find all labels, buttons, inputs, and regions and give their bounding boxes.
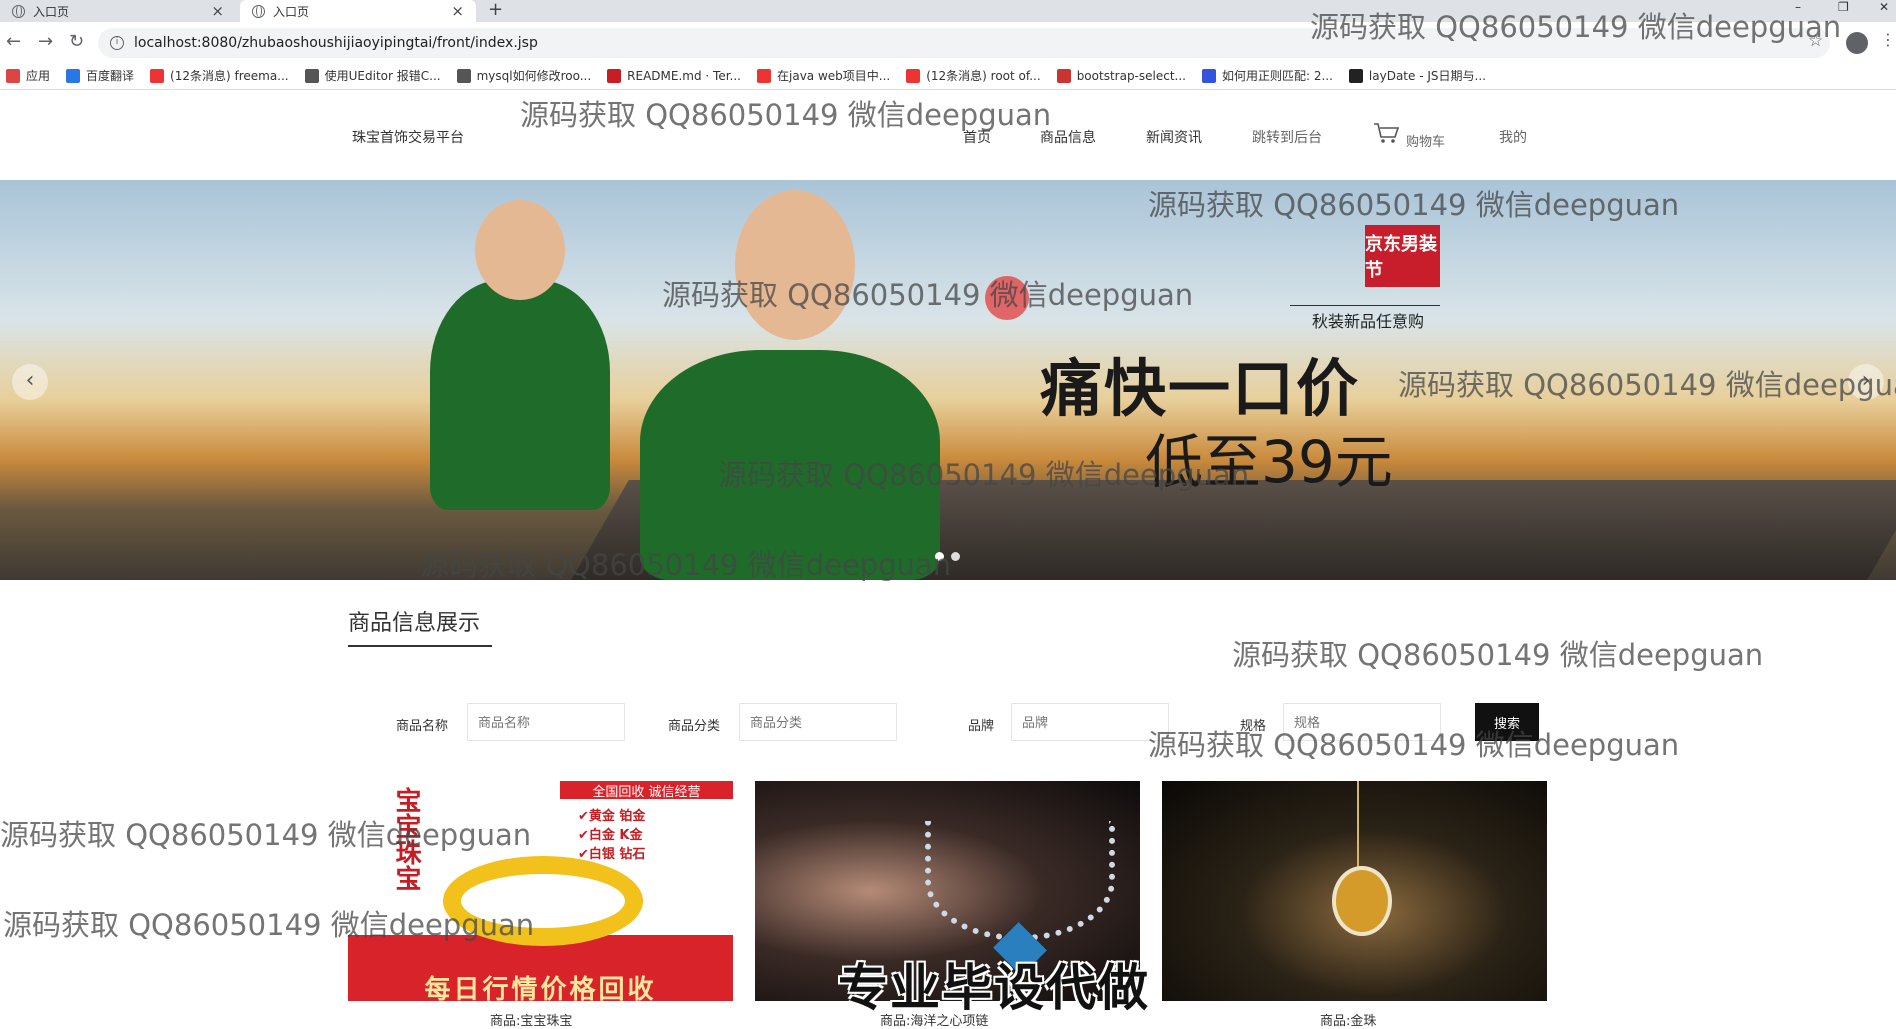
bookmark-label: 如何用正则匹配: 2... [1221,69,1333,83]
csdn-icon [757,68,771,83]
nav-admin[interactable]: 跳转到后台 [1252,127,1322,147]
watermark-text: 源码获取 QQ86050149 微信deepguan [1148,728,1680,762]
globe-icon [252,4,265,18]
carousel-prev-icon[interactable]: ‹ [12,364,48,400]
bookmark-item[interactable]: mysql如何修改roo... [456,67,592,84]
promo-overlay-caption: 专业毕设代做 [838,959,1150,1017]
bookmark-label: 在java web项目中... [777,69,891,83]
bookmark-label: (12条消息) freema... [170,69,289,83]
bookmark-item[interactable]: 应用 [6,67,50,84]
csdn-icon [906,68,921,83]
browser-tab-active[interactable]: 入口页 × [240,0,476,22]
window-close-icon[interactable]: ✕ [1879,0,1889,14]
bookmark-label: mysql如何修改roo... [476,69,592,83]
product-name-input[interactable] [467,703,625,741]
back-icon[interactable]: ← [6,31,21,52]
watermark-text: 源码获取 QQ86050149 微信deepguan [1310,10,1842,44]
apps-icon [6,68,20,83]
watermark-text: 源码获取 QQ86050149 微信deepguan [718,458,1250,492]
cart-icon[interactable] [1373,122,1401,144]
watermark-text: 源码获取 QQ86050149 微信deepguan [0,818,532,852]
bookmark-item[interactable]: (12条消息) root of... [906,67,1041,84]
brand-input[interactable] [1011,703,1169,741]
bookmark-label: 百度翻译 [86,69,135,83]
watermark-text: 源码获取 QQ86050149 微信deepguan [1148,188,1680,222]
info-icon[interactable]: i [110,36,124,50]
watermark-text: 源码获取 QQ86050149 微信deepguan [420,548,952,582]
pendant-graphic [1332,866,1392,936]
bookmark-item[interactable]: 如何用正则匹配: 2... [1201,67,1333,84]
image-text: ✔黄金 铂金 [578,809,646,824]
close-icon[interactable]: × [211,2,224,20]
bookmark-item[interactable]: (12条消息) freema... [150,67,289,84]
watermark-text: 源码获取 QQ86050149 微信deepguan [1232,638,1764,672]
bookmark-label: bootstrap-select... [1076,68,1186,83]
watermark-text: 源码获取 QQ86050149 微信deepguan [662,278,1194,312]
bookmark-label: README.md · Ter... [627,68,741,83]
carousel-dot[interactable] [951,552,960,561]
nav-news[interactable]: 新闻资讯 [1146,127,1202,147]
profile-avatar-icon[interactable] [1846,32,1868,54]
reload-icon[interactable]: ↻ [69,31,84,52]
watermark-text: 源码获取 QQ86050149 微信deepguan [520,98,1052,132]
bookmark-item[interactable]: bootstrap-select... [1056,68,1186,83]
link-icon [304,68,319,83]
section-title: 商品信息展示 [348,611,481,636]
chain-graphic [1357,781,1359,871]
translate-icon [66,68,81,83]
image-text: ✔白金 K金 [578,828,643,843]
csdn-icon [150,68,165,83]
url-text: localhost:8080/zhubaoshoushijiaoyipingta… [134,35,538,51]
filter-label-brand: 品牌 [968,719,995,734]
nav-cart[interactable]: 购物车 [1406,131,1445,150]
bookmark-item[interactable]: README.md · Ter... [607,68,741,83]
image-text-list: ✔黄金 铂金 ✔白金 K金 ✔白银 钻石 [578,807,645,864]
globe-icon [12,4,25,18]
watermark-text: 源码获取 QQ86050149 微信deepguan [3,908,535,942]
bookmark-label: layDate - JS日期与... [1368,69,1486,83]
product-card-image[interactable] [1162,781,1547,1001]
image-text: 全国回收 诚信经营 [560,781,733,800]
image-text: 每日行情价格回收 [424,975,657,1001]
model-head [475,200,565,300]
nav-mine[interactable]: 我的 [1499,127,1527,147]
filter-label-name: 商品名称 [396,719,449,734]
baidu-icon [1201,68,1216,83]
layui-icon [1348,68,1363,83]
model-figure [430,280,610,510]
bookmark-item[interactable]: 在java web项目中... [757,67,890,84]
link-icon [456,68,471,83]
bookmark-label: 应用 [26,69,51,83]
watermark-text: 源码获取 QQ86050149 微信deepguan [1398,368,1896,402]
bookmark-item[interactable]: 使用UEditor 报错C... [304,67,441,84]
divider [1290,305,1440,306]
bookmark-item[interactable]: layDate - JS日期与... [1348,67,1486,84]
new-tab-icon[interactable]: + [488,0,503,22]
section-underline [348,645,492,647]
gitee-icon [607,68,622,83]
blog-icon [1056,68,1071,83]
filter-label-category: 商品分类 [668,719,721,734]
menu-kebab-icon[interactable]: ⋮ [1880,30,1896,49]
forward-icon[interactable]: → [38,31,53,52]
product-category-input[interactable] [739,703,897,741]
brand-badge: 京东男装节 [1365,225,1440,287]
bookmarks-bar: 应用 百度翻译 (12条消息) freema... 使用UEditor 报错C... m… [0,62,1896,90]
close-icon[interactable]: × [451,2,464,20]
bookmark-item[interactable]: 百度翻译 [66,67,134,84]
model-head [735,190,855,340]
tab-title: 入口页 [273,4,310,19]
bookmark-label: (12条消息) root of... [926,69,1041,83]
bookmark-label: 使用UEditor 报错C... [324,69,441,83]
tab-title: 入口页 [33,4,70,19]
site-logo[interactable]: 珠宝首饰交易平台 [352,127,464,147]
promo-subtitle: 秋装新品任意购 [1312,312,1425,331]
browser-tab[interactable]: 入口页 × [0,0,236,22]
